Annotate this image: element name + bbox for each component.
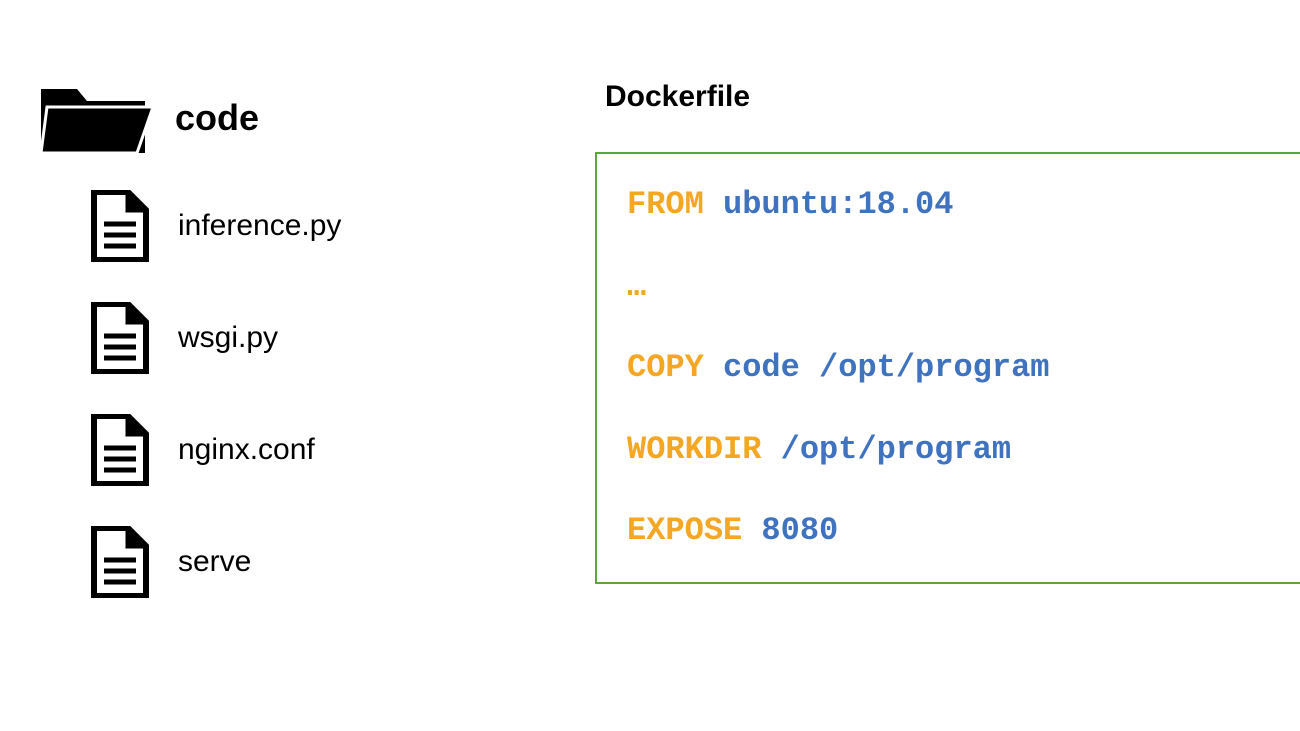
file-name-label: inference.py xyxy=(178,209,341,243)
file-name-label: serve xyxy=(178,545,251,579)
dockerfile-keyword: COPY xyxy=(627,349,704,386)
dockerfile-title: Dockerfile xyxy=(605,80,1300,114)
file-item: inference.py xyxy=(90,190,341,262)
dockerfile-args: 8080 xyxy=(761,512,838,549)
dockerfile-keyword: EXPOSE xyxy=(627,512,742,549)
file-list: inference.py wsgi.py xyxy=(90,190,341,598)
dockerfile-args: ubuntu:18.04 xyxy=(723,186,953,223)
file-name-label: nginx.conf xyxy=(178,433,315,467)
document-icon xyxy=(90,414,150,486)
folder-name-label: code xyxy=(175,97,259,139)
dockerfile-code-box: FROM ubuntu:18.04 … COPY code /opt/progr… xyxy=(595,152,1300,584)
file-item: wsgi.py xyxy=(90,302,341,374)
open-folder-icon xyxy=(35,75,155,160)
dockerfile-args: code /opt/program xyxy=(723,349,1049,386)
dockerfile-line: COPY code /opt/program xyxy=(627,347,1270,389)
file-name-label: wsgi.py xyxy=(178,321,278,355)
file-item: serve xyxy=(90,526,341,598)
dockerfile-line: FROM ubuntu:18.04 xyxy=(627,184,1270,226)
dockerfile-line: WORKDIR /opt/program xyxy=(627,429,1270,471)
dockerfile-args: /opt/program xyxy=(781,431,1011,468)
document-icon xyxy=(90,190,150,262)
dockerfile-ellipsis: … xyxy=(627,266,1270,308)
dockerfile-line: EXPOSE 8080 xyxy=(627,510,1270,552)
document-icon xyxy=(90,526,150,598)
dockerfile-section: Dockerfile FROM ubuntu:18.04 … COPY code… xyxy=(595,80,1300,584)
document-icon xyxy=(90,302,150,374)
dockerfile-keyword: FROM xyxy=(627,186,704,223)
folder-section: code inference.py xyxy=(35,75,341,638)
dockerfile-keyword: WORKDIR xyxy=(627,431,761,468)
folder-header: code xyxy=(35,75,341,160)
file-item: nginx.conf xyxy=(90,414,341,486)
